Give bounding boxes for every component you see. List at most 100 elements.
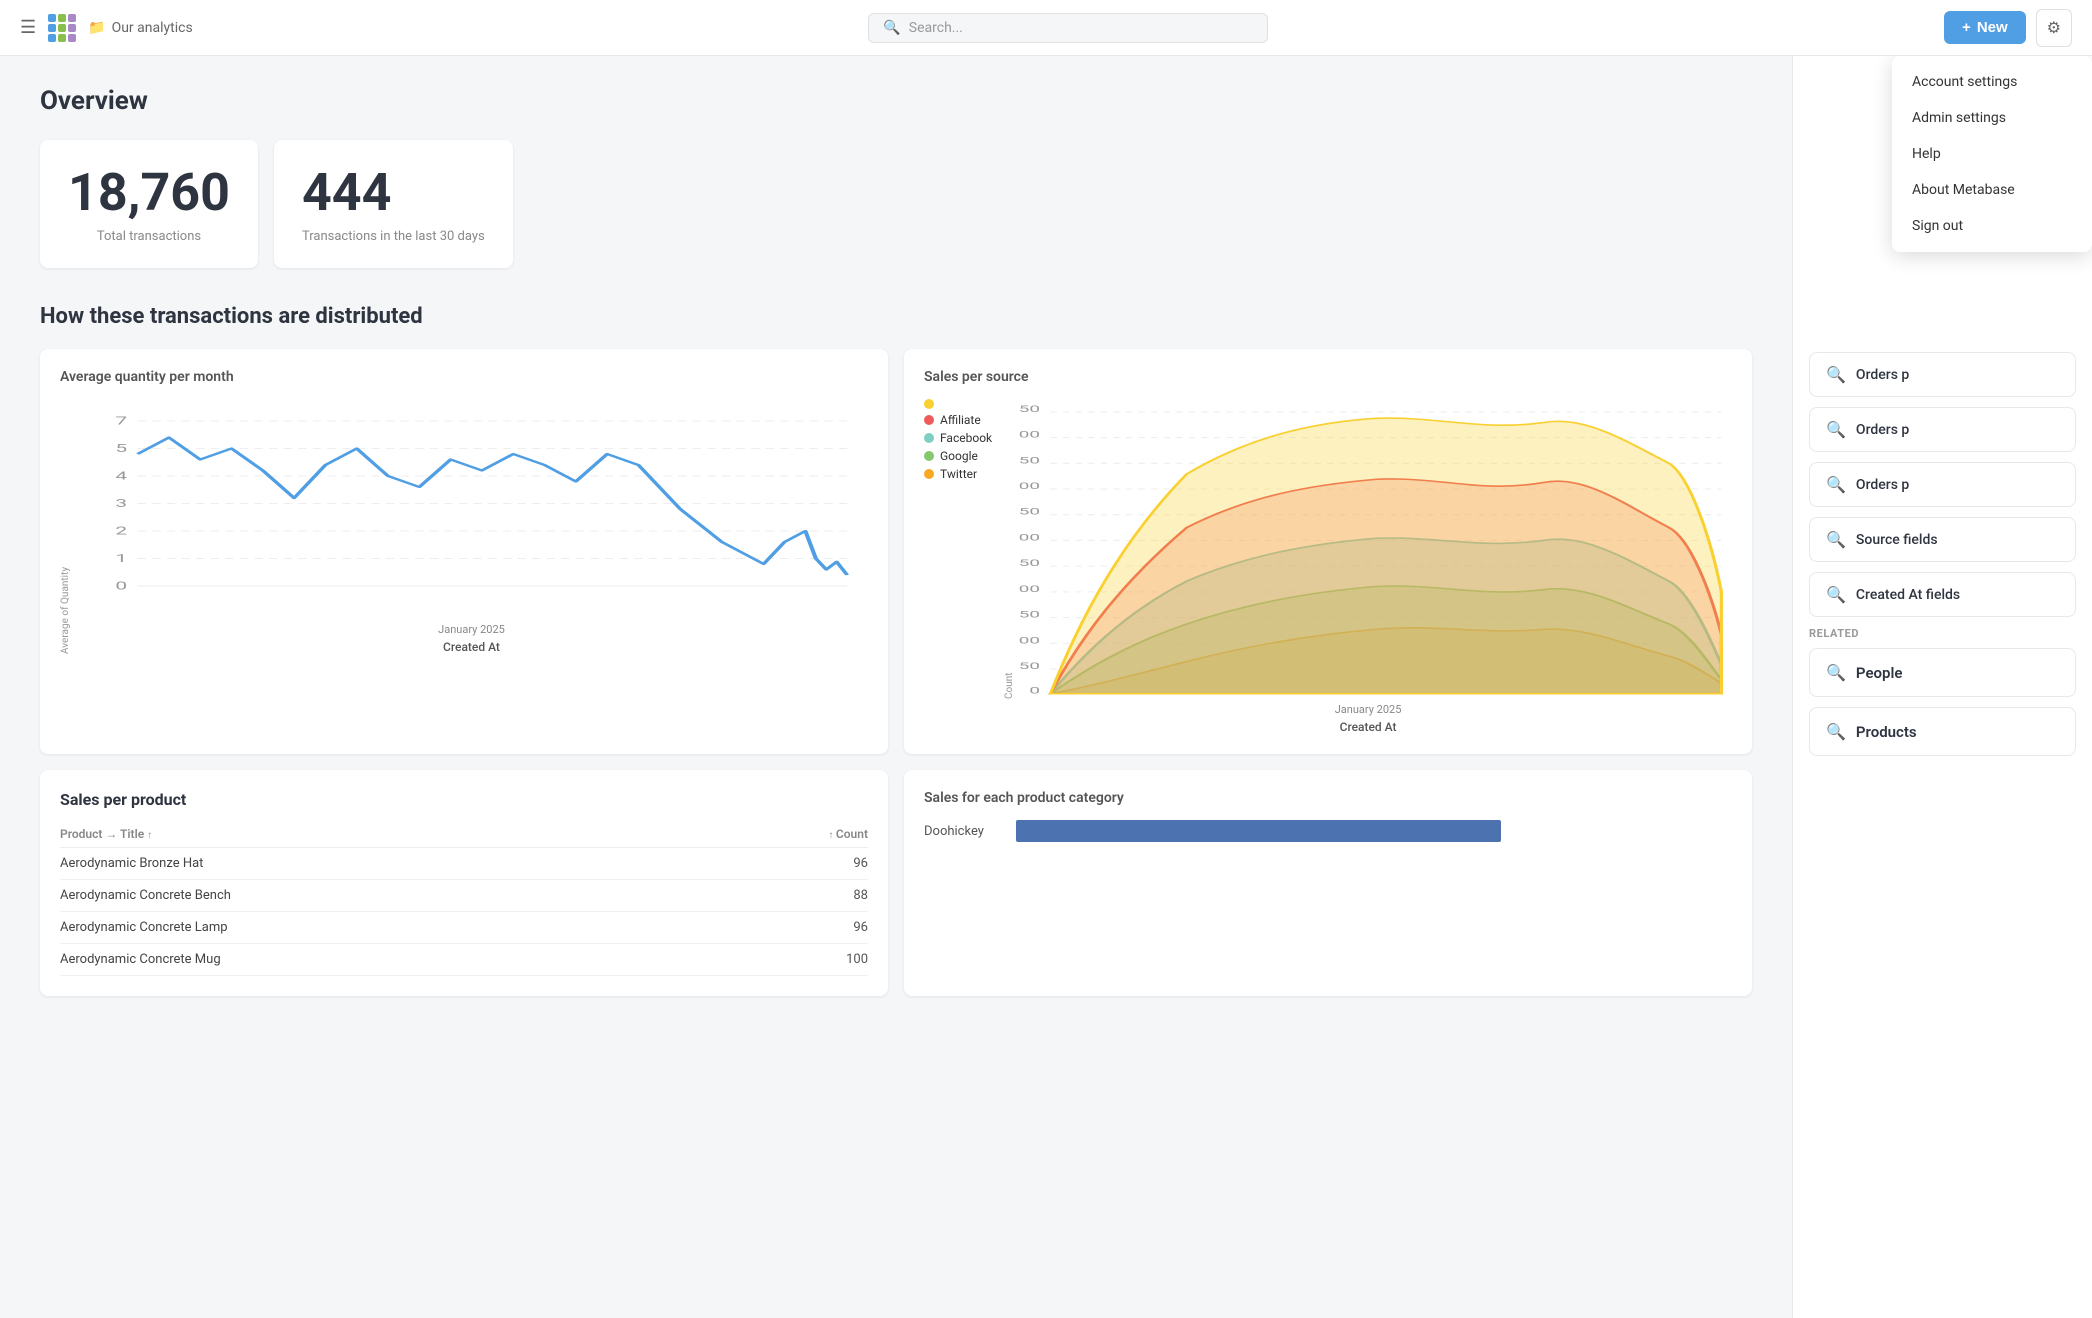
svg-text:0: 0 (115, 580, 127, 593)
data-table: Product → Title ↑ ↑ Count Aerodynamic Br… (60, 821, 868, 976)
area-chart-title: Sales per source (924, 369, 1732, 385)
sidebar-section: 🔍 Orders p 🔍 Orders p 🔍 Orders p 🔍 Sourc… (1793, 336, 2092, 782)
sidebar-related-people[interactable]: 🔍 People (1809, 648, 2076, 697)
count-cell: 96 (716, 912, 868, 944)
header-right: + New ⚙ (1944, 9, 2072, 47)
dropdown-sign-out[interactable]: Sign out (1892, 208, 2092, 244)
legend-dot-3 (924, 451, 934, 461)
logo-dot-3 (68, 14, 76, 22)
content-area: Overview 18,760 Total transactions 444 T… (0, 56, 1792, 1318)
svg-text:350: 350 (1019, 506, 1040, 518)
product-cell: Aerodynamic Concrete Mug (60, 944, 716, 976)
folder-icon: 📁 (88, 20, 105, 36)
gear-button[interactable]: ⚙ (2036, 9, 2072, 47)
logo-dot-8 (58, 34, 66, 42)
table-row: Aerodynamic Bronze Hat 96 (60, 848, 868, 880)
area-chart-card: Sales per source Affiliate (904, 349, 1752, 754)
dropdown-about-metabase[interactable]: About Metabase (1892, 172, 2092, 208)
dropdown-admin-settings[interactable]: Admin settings (1892, 100, 2092, 136)
legend-label-3: Google (940, 449, 978, 463)
legend-dot-0 (924, 399, 934, 409)
svg-text:5: 5 (115, 443, 127, 456)
legend-list: Affiliate Facebook Google (924, 399, 992, 481)
bar-doohickey (1016, 820, 1501, 842)
new-button[interactable]: + New (1944, 11, 2026, 44)
legend-item-2: Facebook (924, 431, 992, 445)
svg-text:400: 400 (1019, 480, 1040, 492)
sidebar-search-item-2[interactable]: 🔍 Orders p (1809, 407, 2076, 452)
search-bar[interactable]: 🔍 Search... (868, 13, 1268, 43)
line-chart-title: Average quantity per month (60, 369, 868, 385)
search-item-icon-2: 🔍 (1826, 420, 1846, 439)
header: ☰ 📁 Our analytics 🔍 Search... + New (0, 0, 2092, 56)
svg-text:50: 50 (1019, 660, 1040, 672)
col-count-header[interactable]: ↑ Count (716, 821, 868, 848)
stat-cards: 18,760 Total transactions 444 Transactio… (40, 140, 1752, 268)
product-cell: Aerodynamic Concrete Lamp (60, 912, 716, 944)
svg-text:7: 7 (115, 415, 127, 428)
col2-label: Count (836, 827, 868, 841)
line-chart-card: Average quantity per month Average of Qu… (40, 349, 888, 754)
sales-table-card: Sales per product Product → Title ↑ ↑ Co… (40, 770, 888, 996)
sidebar-item-label-created: Created At fields (1856, 587, 1960, 603)
stat-number-total: 18,760 (68, 164, 230, 221)
related-label: RELATED (1809, 627, 2076, 640)
sidebar-item-label-2: Orders p (1856, 422, 1909, 438)
svg-text:4: 4 (115, 470, 127, 483)
section-title: How these transactions are distributed (40, 304, 1752, 329)
legend-label-1: Affiliate (940, 413, 981, 427)
search-area: 🔍 Search... (193, 13, 1944, 43)
svg-text:250: 250 (1019, 557, 1040, 569)
bar-chart-row: Doohickey (924, 820, 1732, 842)
hamburger-icon[interactable]: ☰ (20, 17, 36, 38)
stat-card-recent: 444 Transactions in the last 30 days (274, 140, 513, 268)
gear-icon: ⚙ (2047, 20, 2061, 37)
table-row: Aerodynamic Concrete Lamp 96 (60, 912, 868, 944)
area-chart-svg-area: Count 0 50 100 150 200 250 300 350 (1004, 399, 1732, 734)
logo (48, 14, 76, 42)
dropdown-account-settings[interactable]: Account settings (1892, 64, 2092, 100)
sidebar-item-label-1: Orders p (1856, 367, 1909, 383)
search-item-icon-source: 🔍 (1826, 530, 1846, 549)
header-left: ☰ 📁 Our analytics (20, 14, 193, 42)
area-chart-x-label: Created At (1004, 720, 1732, 734)
col-product-header[interactable]: Product → Title ↑ (60, 821, 716, 848)
sidebar-search-item-1[interactable]: 🔍 Orders p (1809, 352, 2076, 397)
legend-item-3: Google (924, 449, 992, 463)
legend-label-4: Twitter (940, 467, 977, 481)
legend-label-2: Facebook (940, 431, 992, 445)
count-cell: 100 (716, 944, 868, 976)
legend-item-0 (924, 399, 992, 409)
svg-text:200: 200 (1019, 583, 1040, 595)
product-cell: Aerodynamic Concrete Bench (60, 880, 716, 912)
dropdown-help[interactable]: Help (1892, 136, 2092, 172)
sidebar-related-products[interactable]: 🔍 Products (1809, 707, 2076, 756)
legend-item-4: Twitter (924, 467, 992, 481)
search-item-icon-3: 🔍 (1826, 475, 1846, 494)
legend-dot-1 (924, 415, 934, 425)
svg-text:0: 0 (1029, 685, 1040, 697)
search-item-icon-created: 🔍 (1826, 585, 1846, 604)
sidebar-search-item-created[interactable]: 🔍 Created At fields (1809, 572, 2076, 617)
related-icon-products: 🔍 (1826, 722, 1846, 741)
logo-dot-4 (48, 24, 56, 32)
sort-arrow-1: ↑ (147, 830, 152, 841)
sidebar-search-item-3[interactable]: 🔍 Orders p (1809, 462, 2076, 507)
sidebar-search-item-source[interactable]: 🔍 Source fields (1809, 517, 2076, 562)
dropdown-menu: Account settings Admin settings Help Abo… (1892, 56, 2092, 252)
svg-text:2: 2 (115, 525, 127, 538)
chart-grid: Average quantity per month Average of Qu… (40, 349, 1752, 996)
svg-text:3: 3 (115, 498, 127, 511)
table-title: Sales per product (60, 790, 868, 809)
page-title: Overview (40, 86, 1752, 116)
related-icon-people: 🔍 (1826, 663, 1846, 682)
search-item-icon-1: 🔍 (1826, 365, 1846, 384)
legend-dot-2 (924, 433, 934, 443)
related-label-people: People (1856, 664, 1903, 682)
sort-arrow-2: ↑ (828, 830, 836, 841)
count-cell: 96 (716, 848, 868, 880)
breadcrumb-text: Our analytics (112, 20, 193, 36)
logo-dot-1 (48, 14, 56, 22)
line-chart-date: January 2025 (75, 623, 868, 636)
count-cell: 88 (716, 880, 868, 912)
